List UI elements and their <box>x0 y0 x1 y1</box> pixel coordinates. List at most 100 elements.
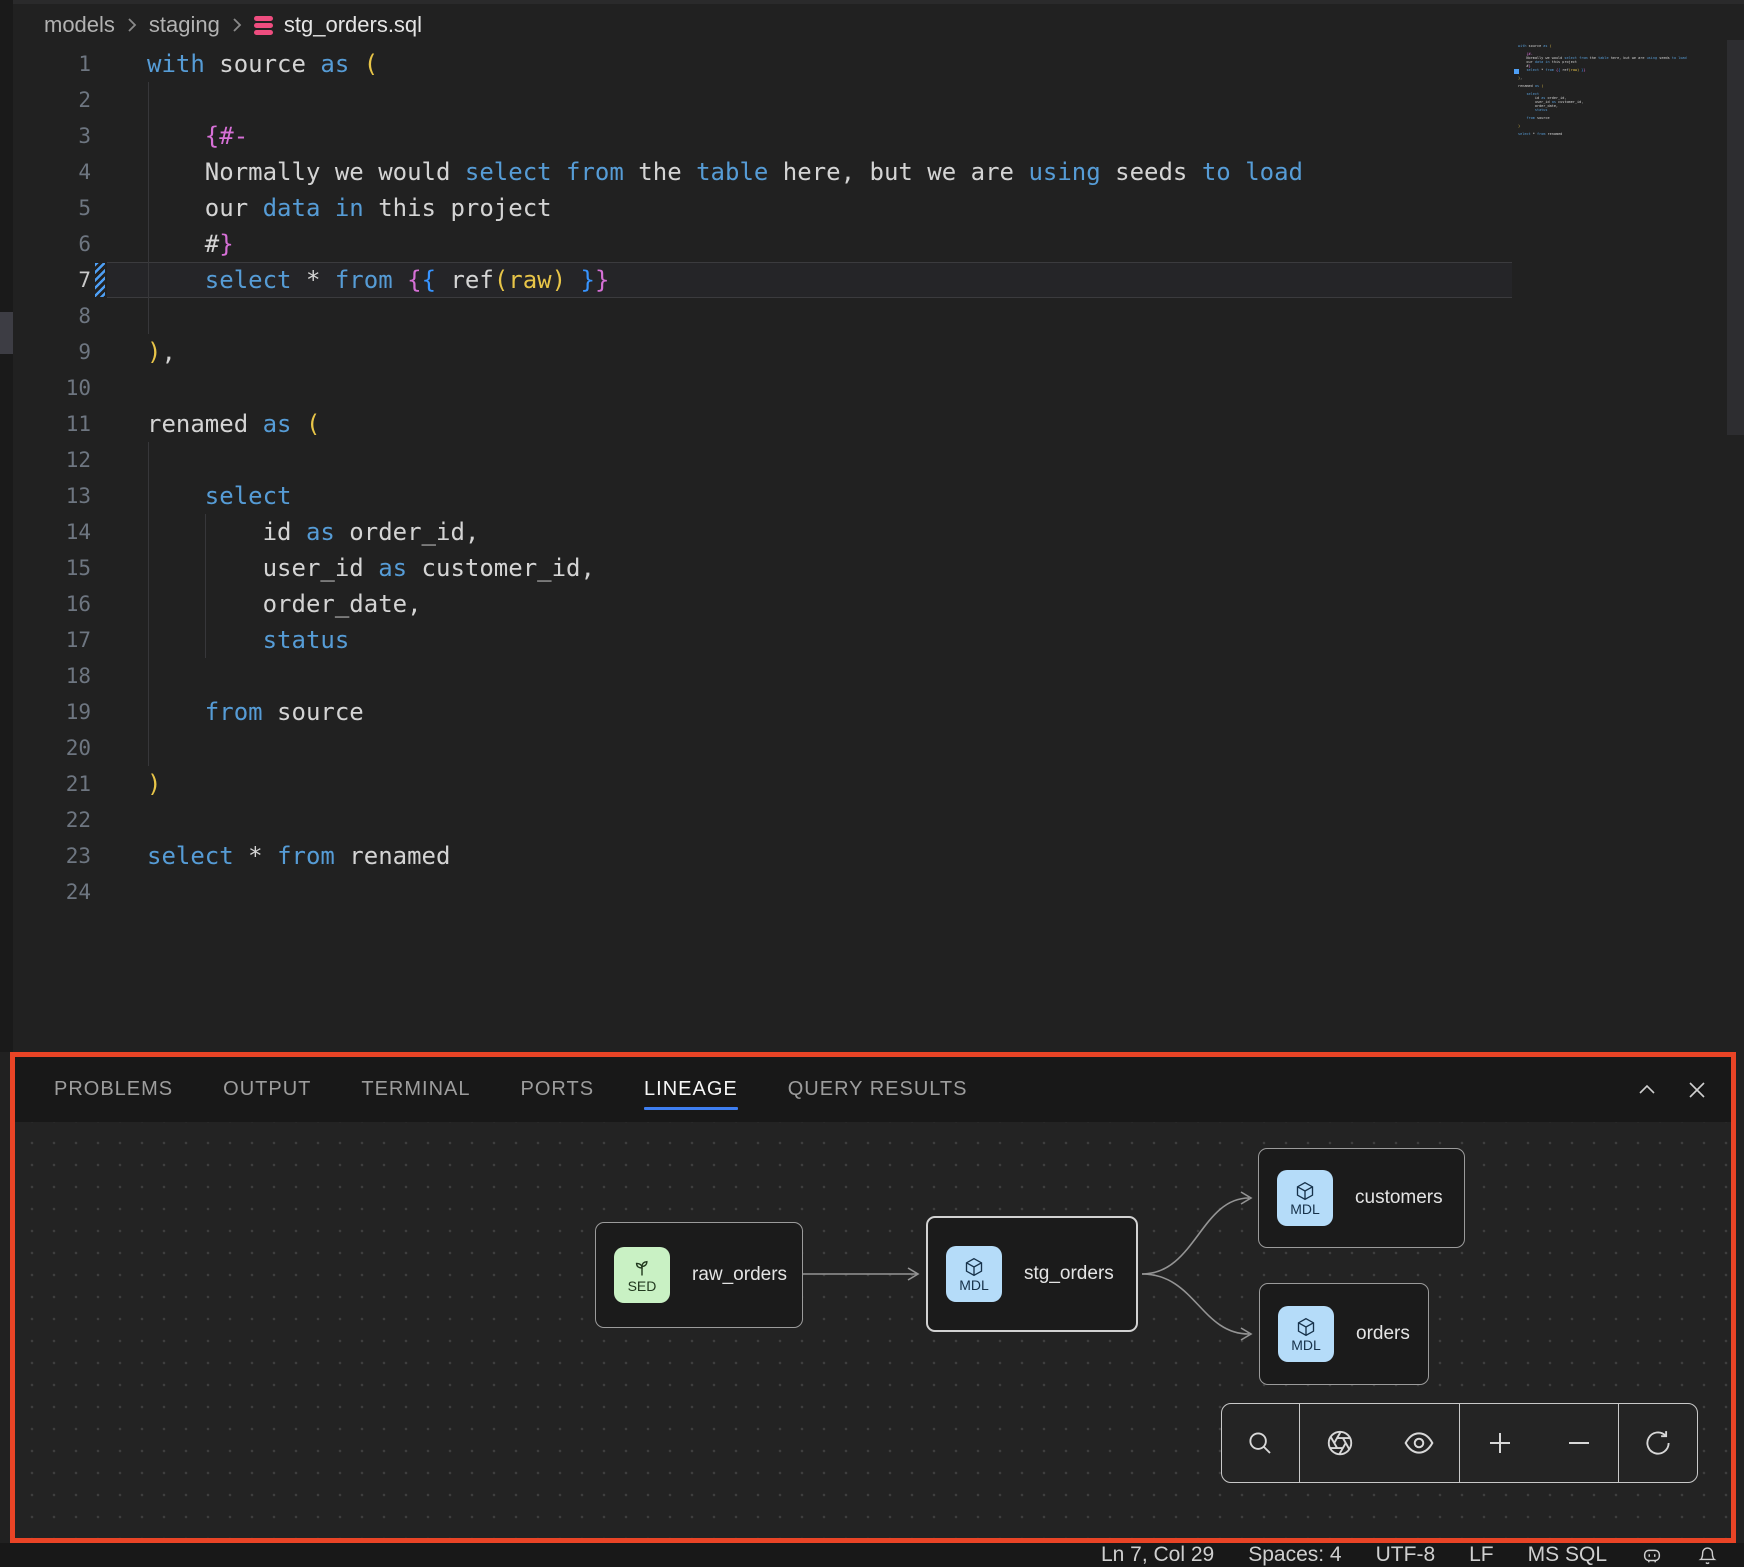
code-line[interactable]: Normally we would select from the table … <box>107 154 1512 190</box>
line-number[interactable]: 8 <box>13 298 91 334</box>
gutter-modified-indicator <box>95 263 105 297</box>
line-number[interactable]: 17 <box>13 622 91 658</box>
plus-icon <box>1485 1428 1515 1458</box>
line-number[interactable]: 6 <box>13 226 91 262</box>
code-line[interactable]: our data in this project <box>107 190 1512 226</box>
code-line[interactable]: renamed as ( <box>107 406 1512 442</box>
code-line[interactable]: order_date, <box>107 586 1512 622</box>
line-number[interactable]: 1 <box>13 46 91 82</box>
tab-terminal[interactable]: TERMINAL <box>361 1057 470 1122</box>
line-number[interactable]: 16 <box>13 586 91 622</box>
line-number[interactable]: 3 <box>13 118 91 154</box>
vertical-scrollbar[interactable] <box>1727 40 1744 435</box>
zoom-in-button[interactable] <box>1478 1421 1522 1465</box>
code-line[interactable]: select * from renamed <box>107 838 1512 874</box>
code-line[interactable]: ) <box>107 766 1512 802</box>
code-line[interactable]: #} <box>107 226 1512 262</box>
code-line[interactable] <box>107 658 1512 694</box>
node-label: orders <box>1356 1323 1410 1345</box>
status-encoding[interactable]: UTF-8 <box>1376 1543 1436 1567</box>
tab-problems[interactable]: PROBLEMS <box>54 1057 173 1122</box>
model-badge: MDL <box>1277 1170 1333 1226</box>
tab-query-results[interactable]: QUERY RESULTS <box>788 1057 968 1122</box>
code-line[interactable] <box>107 442 1512 478</box>
breadcrumb-item-models[interactable]: models <box>44 12 115 38</box>
line-number[interactable]: 15 <box>13 550 91 586</box>
code-line[interactable] <box>107 370 1512 406</box>
minimap[interactable]: with source as ( {#- Normally we would s… <box>1518 44 1718 140</box>
code-line[interactable]: id as order_id, <box>107 514 1512 550</box>
chevron-right-icon <box>126 16 138 34</box>
code-line[interactable] <box>107 82 1512 118</box>
line-number[interactable]: 12 <box>13 442 91 478</box>
code-line[interactable]: status <box>107 622 1512 658</box>
tab-ports[interactable]: PORTS <box>521 1057 595 1122</box>
code-line[interactable]: with source as ( <box>107 46 1512 82</box>
breadcrumb-item-file[interactable]: stg_orders.sql <box>284 12 422 38</box>
cube-icon <box>1296 1317 1316 1337</box>
line-number[interactable]: 11 <box>13 406 91 442</box>
line-number[interactable]: 23 <box>13 838 91 874</box>
line-number[interactable]: 5 <box>13 190 91 226</box>
refresh-button[interactable] <box>1636 1421 1680 1465</box>
status-indentation[interactable]: Spaces: 4 <box>1248 1543 1341 1567</box>
line-number[interactable]: 24 <box>13 874 91 910</box>
gutter[interactable]: 123456789101112131415161718192021222324 <box>13 46 91 910</box>
lineage-node-orders[interactable]: MDL orders <box>1259 1283 1429 1385</box>
line-number[interactable]: 14 <box>13 514 91 550</box>
code-line[interactable]: from source <box>107 694 1512 730</box>
code-line[interactable]: ), <box>107 334 1512 370</box>
code-line[interactable] <box>107 802 1512 838</box>
badge-label: MDL <box>959 1278 989 1292</box>
tab-lineage[interactable]: LINEAGE <box>644 1057 738 1122</box>
chevron-up-icon[interactable] <box>1634 1077 1660 1103</box>
copilot-icon[interactable] <box>1641 1544 1663 1566</box>
status-language[interactable]: MS SQL <box>1528 1543 1607 1567</box>
search-button[interactable] <box>1238 1421 1282 1465</box>
code-line[interactable]: select <box>107 478 1512 514</box>
sprout-icon <box>632 1258 652 1278</box>
line-number[interactable]: 13 <box>13 478 91 514</box>
badge-label: MDL <box>1290 1202 1320 1216</box>
aperture-button[interactable] <box>1318 1421 1362 1465</box>
eye-button[interactable] <box>1397 1421 1441 1465</box>
lineage-node-raw-orders[interactable]: SED raw_orders <box>595 1222 803 1328</box>
left-rail-scroll-thumb[interactable] <box>0 312 13 354</box>
database-icon <box>254 16 273 35</box>
code-line[interactable] <box>107 874 1512 910</box>
line-number[interactable]: 9 <box>13 334 91 370</box>
line-number[interactable]: 7 <box>13 262 91 298</box>
line-number[interactable]: 19 <box>13 694 91 730</box>
zoom-out-button[interactable] <box>1557 1421 1601 1465</box>
line-number[interactable]: 18 <box>13 658 91 694</box>
code-line[interactable]: {#- <box>107 118 1512 154</box>
tab-output[interactable]: OUTPUT <box>223 1057 311 1122</box>
editor-window: models staging stg_orders.sql 1234567891… <box>0 0 1744 1567</box>
code-line[interactable]: user_id as customer_id, <box>107 550 1512 586</box>
line-number[interactable]: 2 <box>13 82 91 118</box>
code-line[interactable] <box>107 298 1512 334</box>
minus-icon <box>1564 1428 1594 1458</box>
lineage-canvas[interactable]: SED raw_orders MDL stg_orders MDL custom… <box>13 1122 1734 1538</box>
code-line[interactable]: select * from {{ ref(raw) }} <box>107 262 1512 298</box>
notifications-icon[interactable] <box>1697 1545 1718 1566</box>
line-number[interactable]: 10 <box>13 370 91 406</box>
code-editor[interactable]: with source as ( {#- Normally we would s… <box>107 46 1512 910</box>
line-number[interactable]: 21 <box>13 766 91 802</box>
code-line[interactable] <box>107 730 1512 766</box>
node-label: stg_orders <box>1024 1263 1114 1285</box>
close-icon[interactable] <box>1684 1077 1710 1103</box>
line-number[interactable]: 20 <box>13 730 91 766</box>
line-number[interactable]: 22 <box>13 802 91 838</box>
lineage-node-customers[interactable]: MDL customers <box>1258 1148 1465 1248</box>
minimap-line <box>1518 136 1718 140</box>
node-label: raw_orders <box>692 1264 787 1286</box>
status-eol[interactable]: LF <box>1469 1543 1494 1567</box>
chevron-right-icon <box>231 16 243 34</box>
status-cursor-position[interactable]: Ln 7, Col 29 <box>1101 1543 1214 1567</box>
seed-badge: SED <box>614 1247 670 1303</box>
breadcrumb-item-staging[interactable]: staging <box>149 12 220 38</box>
lineage-node-stg-orders[interactable]: MDL stg_orders <box>926 1216 1138 1332</box>
line-number[interactable]: 4 <box>13 154 91 190</box>
breadcrumb: models staging stg_orders.sql <box>44 8 422 42</box>
